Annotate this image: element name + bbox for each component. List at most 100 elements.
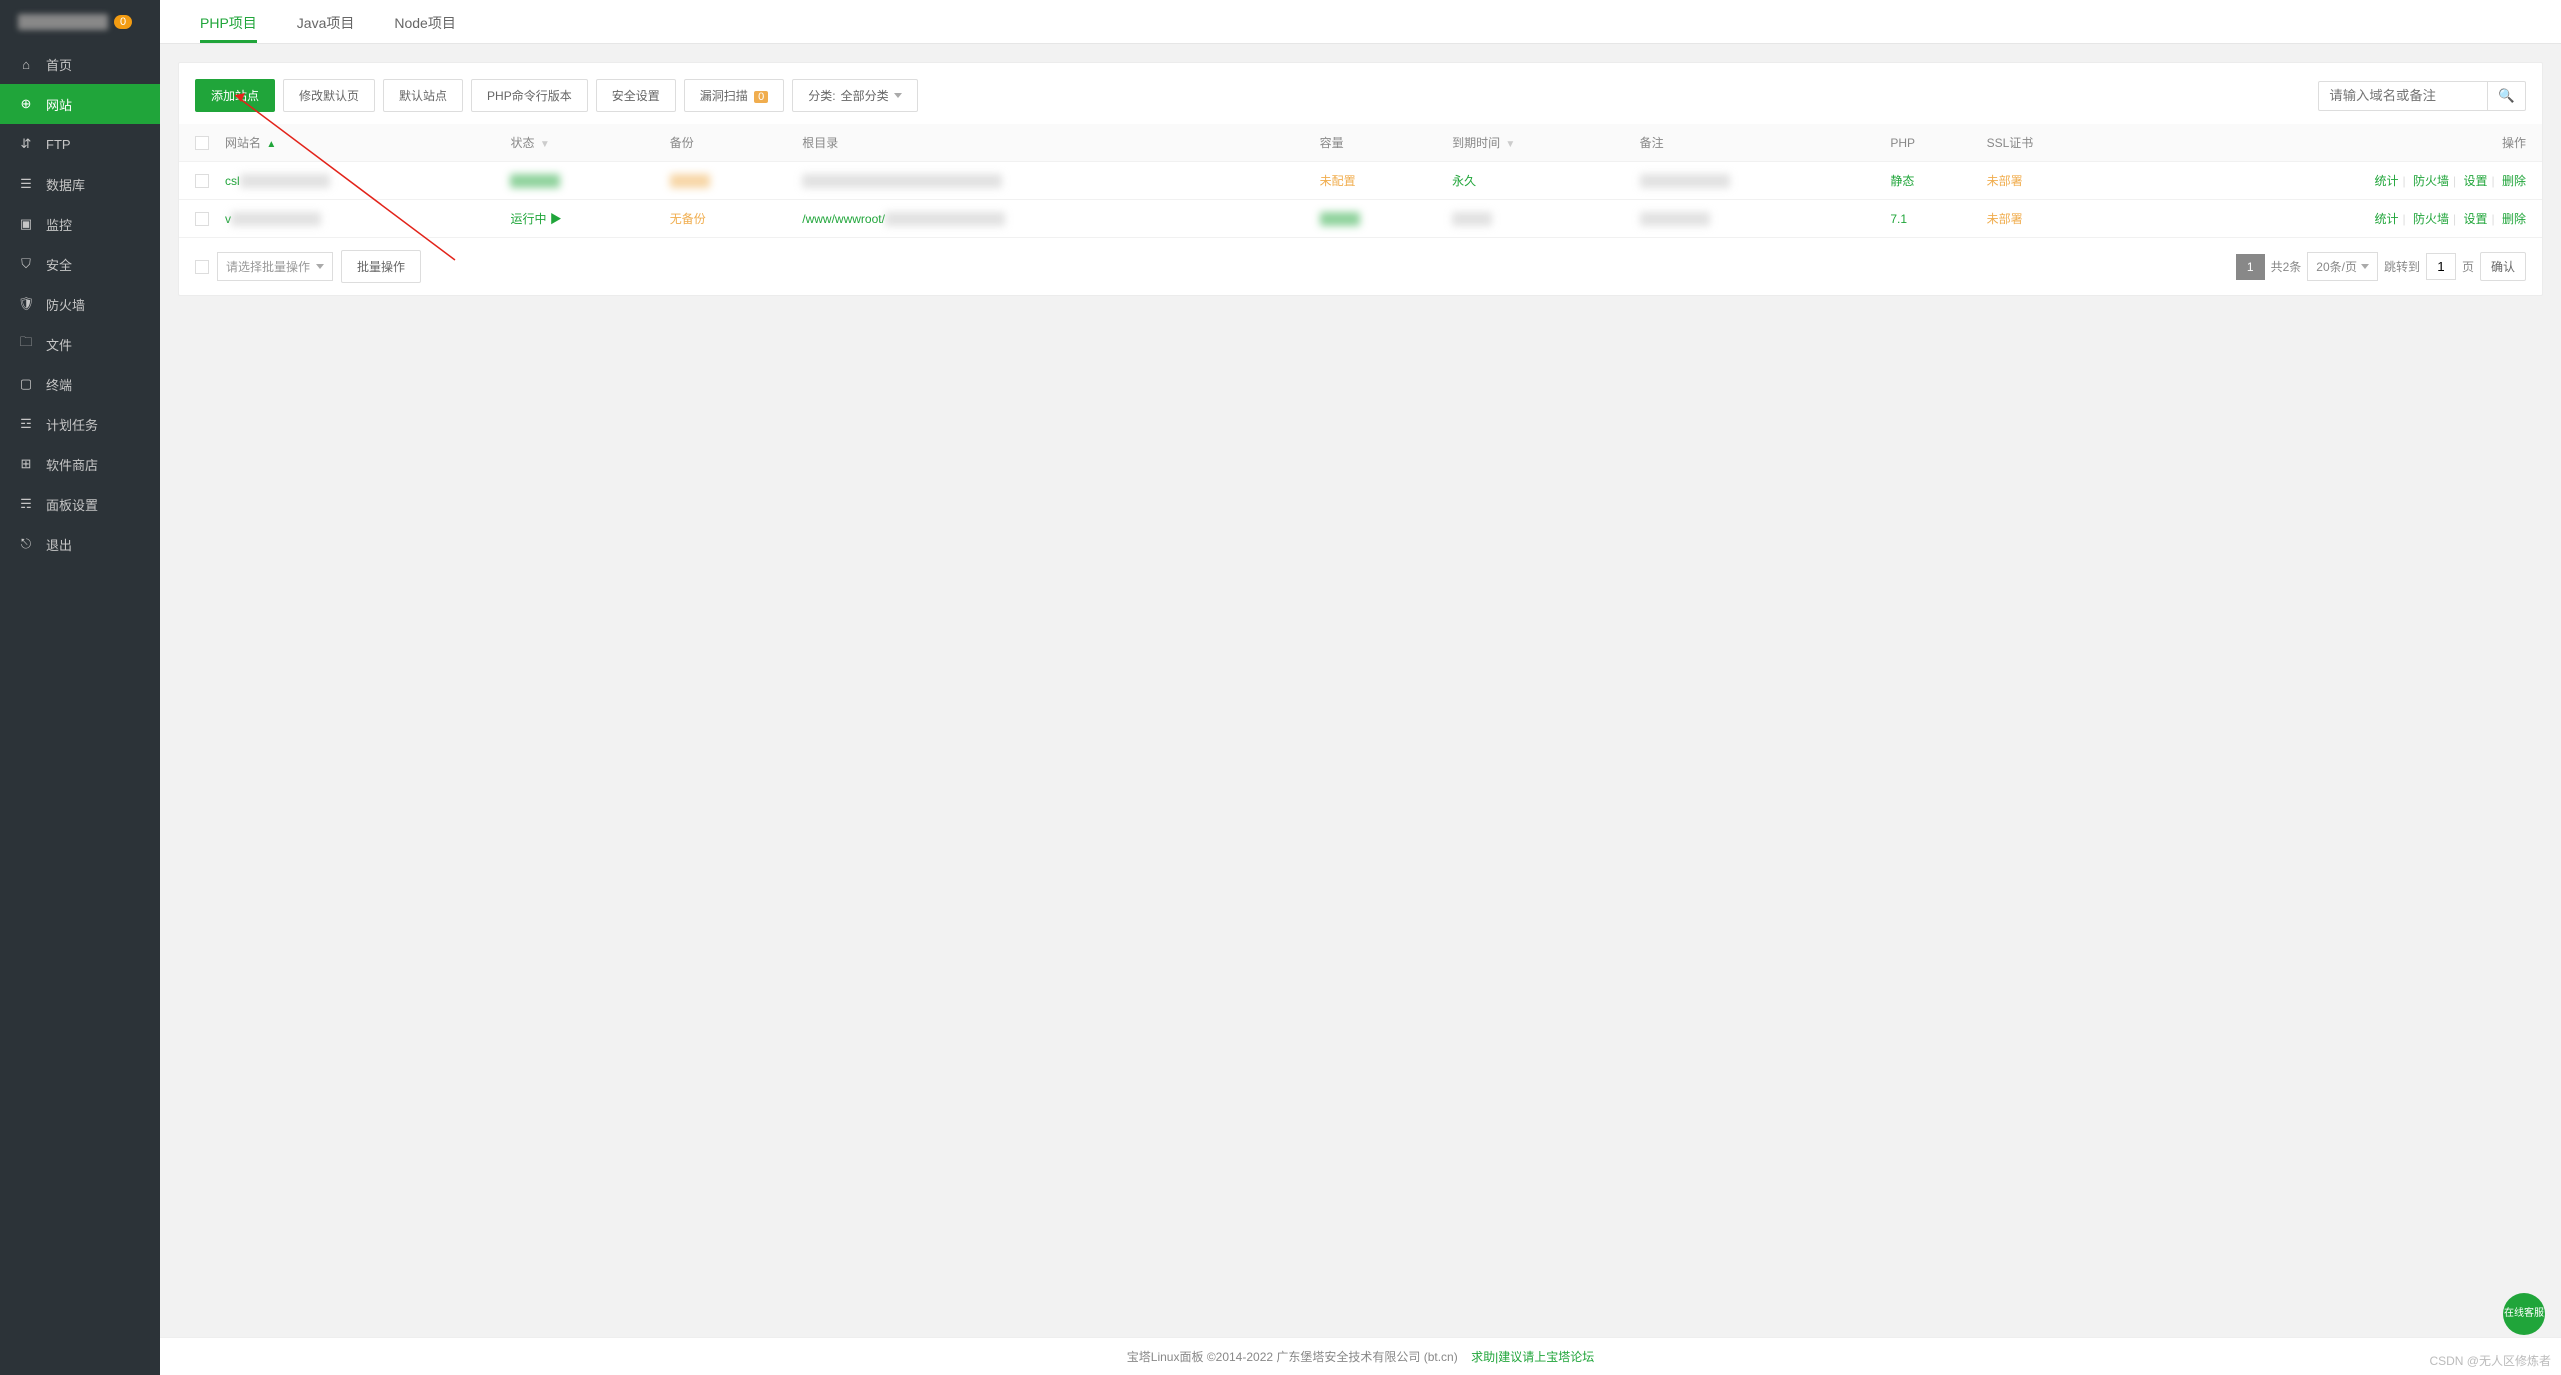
sidebar-item-files[interactable]: 🗀 文件 — [0, 324, 160, 364]
sidebar-item-website[interactable]: ⊕ 网站 — [0, 84, 160, 124]
remark-blurred: xxxxxxxxx — [1640, 174, 1730, 188]
logo-text-blurred — [18, 14, 108, 30]
site-table: 网站名 ▲ 状态 ▼ 备份 根目录 容量 到期时间 ▼ 备注 PHP SSL证书… — [179, 124, 2542, 238]
vuln-scan-button[interactable]: 漏洞扫描 0 — [684, 79, 784, 112]
sidebar-logo: 0 — [0, 0, 160, 44]
add-site-button[interactable]: 添加站点 — [195, 79, 275, 112]
php-cli-button[interactable]: PHP命令行版本 — [471, 79, 588, 112]
batch-action-button[interactable]: 批量操作 — [341, 250, 421, 283]
settings-link[interactable]: 设置 — [2464, 174, 2488, 188]
capacity-blurred: xxx — [1320, 212, 1360, 226]
row-actions: 统计| 防火墙| 设置| 删除 — [2127, 200, 2542, 238]
sidebar-item-monitor[interactable]: ▣ 监控 — [0, 204, 160, 244]
vuln-count-badge: 0 — [754, 91, 768, 103]
sidebar-item-database[interactable]: ☰ 数据库 — [0, 164, 160, 204]
batch-select[interactable]: 请选择批量操作 — [217, 252, 333, 281]
col-remark: 备注 — [1632, 124, 1883, 162]
col-capacity: 容量 — [1312, 124, 1444, 162]
jump-confirm-button[interactable]: 确认 — [2480, 252, 2526, 281]
sidebar-item-cron[interactable]: ☲ 计划任务 — [0, 404, 160, 444]
sidebar-item-store[interactable]: ⊞ 软件商店 — [0, 444, 160, 484]
sidebar-item-terminal[interactable]: ▢ 终端 — [0, 364, 160, 404]
sidebar-item-ftp[interactable]: ⇵ FTP — [0, 124, 160, 164]
tab-php-project[interactable]: PHP项目 — [180, 13, 277, 43]
row-checkbox[interactable] — [195, 212, 209, 226]
site-name-link[interactable]: cslxxxxxxxxxx — [225, 174, 330, 188]
per-page-select[interactable]: 20条/页 — [2307, 252, 2378, 281]
row-checkbox[interactable] — [195, 174, 209, 188]
sidebar-item-label: 监控 — [46, 215, 72, 234]
chevron-down-icon — [316, 264, 324, 269]
globe-icon: ⊕ — [18, 96, 34, 112]
sidebar-item-label: 退出 — [46, 535, 72, 554]
sidebar-item-label: 安全 — [46, 255, 72, 274]
exit-icon: ⎋ — [18, 536, 34, 552]
topbar-tabs: PHP项目 Java项目 Node项目 — [160, 0, 2561, 44]
expire-blurred: xxx — [1452, 212, 1492, 226]
sidebar-item-home[interactable]: ⌂ 首页 — [0, 44, 160, 84]
table-row: vxxxxxxxxxx 运行中 ▶ 无备份 /www/wwwroot/xxxxx… — [179, 200, 2542, 238]
firewall-link[interactable]: 防火墙 — [2413, 174, 2449, 188]
sidebar-item-label: 计划任务 — [46, 415, 98, 434]
backup-value[interactable]: 无备份 — [670, 212, 706, 226]
batch-checkbox[interactable] — [195, 260, 209, 274]
online-help-button[interactable]: 在线客服 — [2503, 1293, 2545, 1335]
chevron-down-icon — [2361, 264, 2369, 269]
default-site-button[interactable]: 默认站点 — [383, 79, 463, 112]
tab-java-project[interactable]: Java项目 — [277, 13, 375, 43]
col-backup: 备份 — [662, 124, 794, 162]
expire-value[interactable]: 永久 — [1452, 174, 1476, 188]
stats-link[interactable]: 统计 — [2375, 174, 2399, 188]
col-ssl: SSL证书 — [1979, 124, 2127, 162]
sidebar-item-label: 面板设置 — [46, 495, 98, 514]
help-forum-link[interactable]: 求助|建议请上宝塔论坛 — [1471, 1350, 1594, 1364]
database-icon: ☰ — [18, 176, 34, 192]
settings-link[interactable]: 设置 — [2464, 212, 2488, 226]
ssl-value[interactable]: 未部署 — [1987, 174, 2023, 188]
col-expire[interactable]: 到期时间 ▼ — [1444, 124, 1632, 162]
ftp-icon: ⇵ — [18, 136, 34, 152]
remark-blurred: xxxxxxx — [1640, 212, 1710, 226]
backup-blurred: xxx — [670, 174, 710, 188]
search-icon: 🔍 — [2498, 88, 2515, 103]
col-site[interactable]: 网站名 ▲ — [217, 124, 502, 162]
site-name-link[interactable]: vxxxxxxxxxx — [225, 212, 321, 226]
sidebar-item-firewall[interactable]: 🛡 防火墙 — [0, 284, 160, 324]
col-php: PHP — [1882, 124, 1978, 162]
store-icon: ⊞ — [18, 456, 34, 472]
sidebar: 0 ⌂ 首页 ⊕ 网站 ⇵ FTP ☰ 数据库 ▣ 监控 ⛉ 安全 🛡 防火墙 … — [0, 0, 160, 1375]
firewall-link[interactable]: 防火墙 — [2413, 212, 2449, 226]
sidebar-item-exit[interactable]: ⎋ 退出 — [0, 524, 160, 564]
php-value[interactable]: 静态 — [1890, 174, 1914, 188]
table-header-row: 网站名 ▲ 状态 ▼ 备份 根目录 容量 到期时间 ▼ 备注 PHP SSL证书… — [179, 124, 2542, 162]
root-path[interactable]: /www/wwwroot/xxxxxxxxxxxx — [802, 212, 1005, 226]
jump-label: 跳转到 — [2384, 258, 2420, 275]
search-button[interactable]: 🔍 — [2488, 81, 2526, 111]
sidebar-item-security[interactable]: ⛉ 安全 — [0, 244, 160, 284]
col-action: 操作 — [2127, 124, 2542, 162]
logo-badge: 0 — [114, 15, 132, 29]
col-status[interactable]: 状态 ▼ — [502, 124, 661, 162]
page-suffix: 页 — [2462, 258, 2474, 275]
category-select[interactable]: 分类: 全部分类 — [792, 79, 917, 112]
bottom-bar: 宝塔Linux面板 ©2014-2022 广东堡塔安全技术有限公司 (bt.cn… — [160, 1337, 2561, 1375]
status-value[interactable]: 运行中 ▶ — [510, 212, 561, 226]
tab-node-project[interactable]: Node项目 — [374, 13, 475, 43]
php-value[interactable]: 7.1 — [1890, 212, 1907, 226]
select-all-checkbox[interactable] — [195, 136, 209, 150]
sidebar-item-settings[interactable]: ☴ 面板设置 — [0, 484, 160, 524]
search-input[interactable] — [2318, 81, 2488, 111]
table-footer: 请选择批量操作 批量操作 1 共2条 20条/页 跳转到 页 确认 — [179, 238, 2542, 295]
page-1[interactable]: 1 — [2236, 254, 2265, 280]
terminal-icon: ▢ — [18, 376, 34, 392]
capacity-value: 未配置 — [1320, 174, 1356, 188]
stats-link[interactable]: 统计 — [2375, 212, 2399, 226]
ssl-value[interactable]: 未部署 — [1987, 212, 2023, 226]
delete-link[interactable]: 删除 — [2502, 212, 2526, 226]
main: PHP项目 Java项目 Node项目 添加站点 修改默认页 默认站点 PHP命… — [160, 0, 2561, 1375]
delete-link[interactable]: 删除 — [2502, 174, 2526, 188]
edit-default-button[interactable]: 修改默认页 — [283, 79, 375, 112]
jump-page-input[interactable] — [2426, 253, 2456, 280]
safe-settings-button[interactable]: 安全设置 — [596, 79, 676, 112]
cron-icon: ☲ — [18, 416, 34, 432]
